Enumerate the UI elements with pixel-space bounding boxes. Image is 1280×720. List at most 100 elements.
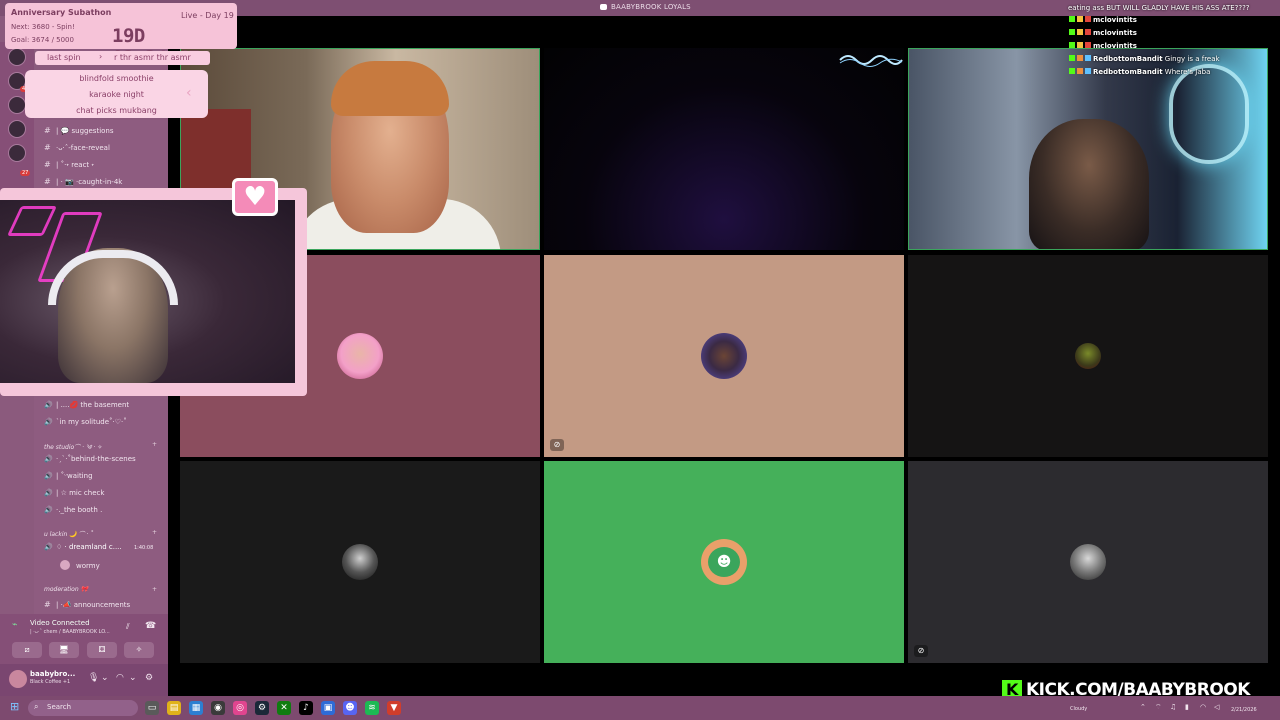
add-channel-icon[interactable]: + (152, 586, 157, 593)
heart-icon (1085, 29, 1091, 35)
category-label: u lackin 🌙 ⌒ · ˚ (44, 531, 94, 538)
spotify-icon[interactable]: ≋ (365, 701, 379, 715)
server-icon[interactable] (8, 96, 26, 114)
app-icon[interactable]: ▣ (321, 701, 335, 715)
voice-channel-mic-check[interactable]: 🔊 | ☆ mic check (44, 489, 104, 497)
network-icon[interactable]: ⌔ (1155, 703, 1162, 712)
voice-channel-the-booth[interactable]: 🔊 ·._the booth . (44, 506, 102, 514)
steam-icon[interactable]: ⚙ (255, 701, 269, 715)
video-tile[interactable] (180, 461, 540, 663)
avatar[interactable] (9, 670, 27, 688)
server-icon[interactable] (8, 120, 26, 138)
gear-icon[interactable]: ⚙ (145, 673, 153, 683)
video-tile[interactable]: ⊘ (544, 255, 904, 457)
server-icon[interactable] (8, 144, 26, 162)
voice-channel-dreamland[interactable]: 🔊 ♢ · dreamland c.... (44, 543, 122, 551)
activities-button[interactable]: ⚃ (87, 642, 117, 658)
file-explorer-icon[interactable]: ▤ (167, 701, 181, 715)
wifi-icon[interactable]: ◠ (1200, 703, 1206, 711)
tiktok-icon[interactable]: ♪ (299, 701, 313, 715)
speaker-icon[interactable]: ◁ (1214, 703, 1219, 711)
voice-channel-basement[interactable]: 🔊 | ....💋 the basement (44, 401, 129, 409)
speaker-icon: 🔊 (44, 489, 53, 497)
screen: BAABYBROOK LOYALS 449 27 # | 💬 suggestion… (0, 0, 1280, 720)
add-channel-icon[interactable]: + (152, 441, 157, 448)
brave-icon[interactable]: ▼ (387, 701, 401, 715)
add-channel-icon[interactable]: + (152, 529, 157, 536)
channel-label: | ☆ mic check (56, 489, 105, 497)
chat-text: Where's Jaba (1162, 68, 1211, 76)
channel-label: ·ˏˋ·˚behind-the-scenes (56, 455, 136, 463)
server-icon[interactable] (8, 48, 26, 66)
crown-icon (1077, 29, 1083, 35)
channel-label: | ....💋 the basement (56, 401, 130, 409)
battery-icon[interactable]: ▮ (1185, 703, 1189, 711)
hash-icon: # (44, 126, 51, 135)
chevron-down-icon[interactable]: ⌄ (101, 673, 109, 683)
speaker-icon: 🔊 (44, 418, 53, 426)
soundboard-button[interactable]: ✧ (124, 642, 154, 658)
subathon-timer: Anniversary Subathon Live - Day 19 Next:… (5, 3, 237, 69)
channel-label: ·ᴗ·ˆ-face-reveal (56, 144, 110, 152)
voice-channel-name[interactable]: | ·ᴗ·ˆ chem / BAABYBROOK LO... (30, 629, 110, 635)
screen-share-button[interactable]: 🖥 (49, 642, 79, 658)
user-status: Black Coffee +1 (30, 679, 71, 685)
category-u-lackin[interactable]: u lackin 🌙 ⌒ · ˚ + (44, 529, 157, 538)
app-icon[interactable]: ◎ (233, 701, 247, 715)
obs-icon[interactable]: ◉ (211, 701, 225, 715)
streamer-camera (0, 188, 307, 396)
badge-icon (1085, 68, 1091, 74)
badge-icon (1069, 16, 1075, 22)
chevron-down-icon[interactable]: ⌄ (129, 673, 137, 683)
category-moderation[interactable]: moderation 🎀 + (44, 586, 157, 593)
folder-icon[interactable]: ▦ (189, 701, 203, 715)
video-tile[interactable] (908, 255, 1268, 457)
windows-start-icon[interactable]: ⊞ (10, 701, 22, 713)
timer-goal: Goal: 3674 / 5000 (11, 36, 74, 44)
avatar (60, 560, 70, 570)
chat-username: mclovintits (1093, 42, 1137, 50)
participant-hair (331, 61, 449, 116)
channel-suggestions[interactable]: # | 💬 suggestions (44, 126, 114, 135)
chat-message: mclovintits (1069, 42, 1137, 50)
voice-connection-panel: ⌁ Video Connected | ·ᴗ·ˆ chem / BAABYBRO… (0, 614, 168, 664)
voice-channel-waiting[interactable]: 🔊 | ˚ᵕwaiting (44, 472, 93, 480)
channel-react[interactable]: # | ˚·˖ react ˖ (44, 160, 94, 169)
camera-toggle-button[interactable]: ⧄ (12, 642, 42, 658)
speaker-icon: 🔊 (44, 401, 53, 409)
signal-icon[interactable]: ⌁ (12, 620, 17, 630)
video-tile[interactable]: ☻ (544, 461, 904, 663)
taskbar-date[interactable]: 2/21/2026 (1231, 707, 1257, 713)
spin-label: last spin (47, 53, 81, 62)
chevron-left-icon: ‹ (186, 85, 192, 101)
channel-label: | ˚ᵕwaiting (56, 472, 93, 480)
video-tile[interactable]: ⊘ (908, 461, 1268, 663)
speaker-icon: 🔊 (44, 455, 53, 463)
noise-suppression-icon[interactable]: ⫽ (126, 622, 130, 632)
video-tile[interactable] (908, 48, 1268, 250)
xbox-icon[interactable]: ✕ (277, 701, 291, 715)
waveform-logo (839, 55, 903, 67)
username: baabybro... (30, 670, 76, 678)
headphones-icon[interactable]: ◠ (116, 673, 124, 683)
video-tile[interactable] (544, 48, 904, 250)
chat-username: mclovintits (1093, 29, 1137, 37)
channel-label: | 💬 suggestions (56, 127, 114, 135)
task-view-icon[interactable]: ▭ (145, 701, 159, 715)
discord-icon[interactable]: ☻ (343, 701, 357, 715)
disconnect-icon[interactable]: ☎ (145, 621, 156, 631)
voice-channel-solitude[interactable]: 🔊 ˋin my solitude˚·♡·˚ (44, 418, 127, 426)
channel-announcements[interactable]: # | ·📣 announcements (44, 600, 130, 609)
volume-icon[interactable]: ♫ (1170, 703, 1176, 711)
taskbar-search[interactable]: ⌕ Search (28, 700, 138, 716)
microphone-icon[interactable]: 🎙 (88, 673, 99, 683)
weather-widget[interactable]: Cloudy (1070, 706, 1087, 712)
chat-message: RedbottomBandit Where's Jaba (1069, 68, 1210, 76)
voice-channel-behind-the-scenes[interactable]: 🔊 ·ˏˋ·˚behind-the-scenes (44, 455, 136, 463)
channel-caught-in-4k[interactable]: # | · 📷 ·caught-in-4k (44, 177, 122, 186)
chevron-up-icon[interactable]: ⌃ (1140, 703, 1146, 711)
voice-member[interactable]: wormy (60, 560, 100, 570)
heart-icon (1085, 42, 1091, 48)
timer-status: Live - Day 19 (181, 11, 234, 20)
channel-face-reveal[interactable]: # ·ᴗ·ˆ-face-reveal (44, 143, 110, 152)
